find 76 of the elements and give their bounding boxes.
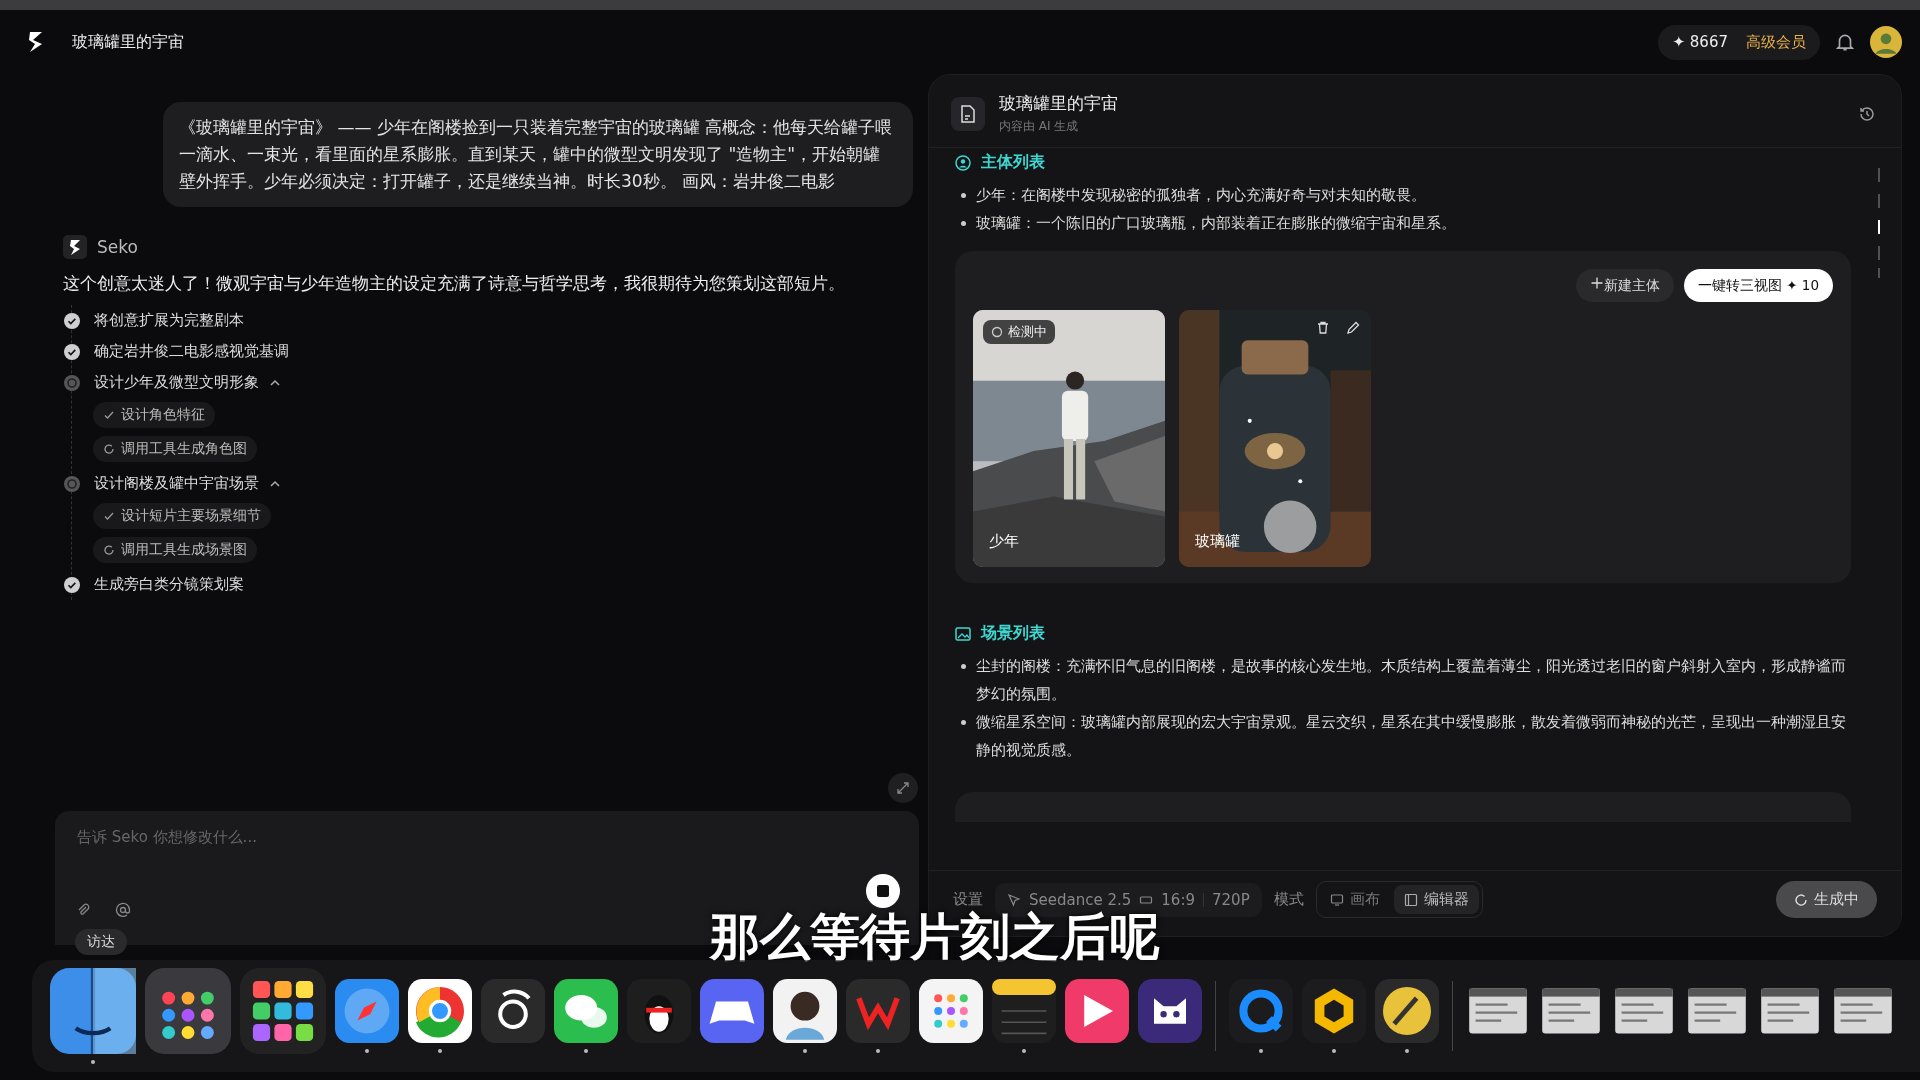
- step-label: 设计阁楼及罐中宇宙场景: [94, 474, 259, 493]
- aspect-ratio: 16:9: [1161, 890, 1195, 909]
- person-icon: [955, 154, 971, 171]
- app-icon[interactable]: [1065, 979, 1129, 1043]
- settings-label: 设置: [953, 890, 983, 909]
- app-icon[interactable]: [773, 979, 837, 1043]
- section-heading: 主体列表: [981, 152, 1045, 173]
- assistant-message: 这个创意太迷人了！微观宇宙与少年造物主的设定充满了诗意与哲学思考，我很期待为您策划这部短片。: [63, 273, 846, 295]
- generate-button[interactable]: 生成中: [1776, 881, 1877, 918]
- document-subtitle: 内容由 AI 生成: [999, 118, 1080, 135]
- image-icon: [955, 625, 971, 642]
- bullet-icon: [961, 221, 966, 226]
- avatar-icon[interactable]: [1870, 26, 1902, 58]
- subject-description: 玻璃罐：一个陈旧的广口玻璃瓶，内部装着正在膨胀的微缩宇宙和星系。: [976, 214, 1457, 233]
- new-subject-button[interactable]: 新建主体: [1575, 269, 1674, 302]
- app-icon[interactable]: [1138, 979, 1202, 1043]
- credits-count: ✦ 8667: [1672, 33, 1728, 51]
- section-heading: 场景列表: [981, 623, 1045, 644]
- plus-icon: [1589, 276, 1604, 290]
- panel-icon: [1403, 892, 1418, 907]
- app-icon[interactable]: [408, 979, 472, 1043]
- app-icon[interactable]: [992, 979, 1056, 1043]
- document-title: 玻璃罐里的宇宙: [999, 93, 1119, 115]
- mode-tab[interactable]: 画布: [1319, 885, 1390, 914]
- resolution: 720P: [1212, 890, 1250, 909]
- step-label: 生成旁白类分镜策划案: [94, 575, 244, 594]
- step-label: 确定岩井俊二电影感视觉基调: [94, 342, 289, 361]
- project-title: 玻璃罐里的宇宙: [72, 31, 184, 53]
- model-name: Seedance 2.5: [1029, 890, 1132, 909]
- message-input[interactable]: 告诉 Seko 你想修改什么...: [75, 827, 903, 847]
- expand-icon[interactable]: [888, 773, 918, 803]
- card-label: 玻璃罐: [1195, 532, 1240, 551]
- history-icon[interactable]: [1857, 104, 1877, 124]
- substep-label: 调用工具生成场景图: [121, 541, 247, 559]
- app-icon[interactable]: [240, 968, 326, 1054]
- bullet-icon: [961, 664, 966, 669]
- app-icon[interactable]: [1302, 979, 1366, 1043]
- substep-label: 设计短片主要场景细节: [121, 507, 261, 525]
- spinner-icon: [1794, 892, 1808, 907]
- scene-description: 微缩星系空间：玻璃罐内部展现的宏大宇宙景观。星云交织，星系在其中缓慢膨胀，散发着微弱而神秘的光芒，呈现出一种潮湿且安静的视觉质感。: [976, 713, 1847, 760]
- mode-label: 模式: [1273, 890, 1304, 909]
- document-icon: [951, 97, 985, 131]
- app-icon[interactable]: [50, 968, 136, 1054]
- subject-description: 少年：在阁楼中发现秘密的孤独者，内心充满好奇与对未知的敬畏。: [976, 186, 1427, 205]
- scene-description: 尘封的阁楼：充满怀旧气息的旧阁楼，是故事的核心发生地。木质结构上覆盖着薄尘，阳光透过老旧的窗户斜射入室内，形成静谧而梦幻的氛围。: [976, 657, 1847, 704]
- app-icon[interactable]: [700, 979, 764, 1043]
- step-label: 设计少年及微型文明形象: [94, 373, 259, 392]
- user-message: 《玻璃罐里的宇宙》 —— 少年在阁楼捡到一只装着完整宇宙的玻璃罐 高概念：他每天给罐子喂一滴水、一束光，看里面的星系膨胀。直到某天，罐中的微型文明发现了 "造物主"，开始朝罐壁外挥手。少年必须决定：打开罐子，还是继续当神。时长30秒。 画风：岩井俊二电影: [163, 102, 913, 207]
- section-navigator[interactable]: [1877, 168, 1881, 278]
- assistant-name: Seko: [97, 237, 138, 257]
- app-icon[interactable]: [627, 979, 691, 1043]
- credits-pill[interactable]: ✦ 8667 高级会员: [1658, 24, 1820, 60]
- edit-icon[interactable]: [1345, 320, 1361, 336]
- status-badge: 检测中: [983, 320, 1055, 344]
- tooltip: 访达: [75, 929, 127, 955]
- membership-link[interactable]: 高级会员: [1746, 32, 1806, 52]
- app-icon[interactable]: [919, 979, 983, 1043]
- app-icon[interactable]: [145, 968, 231, 1054]
- step-label: 将创意扩展为完整剧本: [94, 311, 244, 330]
- assistant-logo-icon: [63, 235, 87, 259]
- substep-label: 调用工具生成角色图: [121, 440, 247, 458]
- delete-icon[interactable]: [1315, 320, 1331, 336]
- stop-icon[interactable]: [866, 874, 900, 908]
- substep-label: 设计角色特征: [121, 406, 205, 424]
- app-icon[interactable]: [481, 979, 545, 1043]
- monitor-icon: [1329, 892, 1344, 907]
- mention-icon[interactable]: [115, 902, 131, 918]
- bullet-icon: [961, 193, 966, 198]
- convert-button[interactable]: 一键转三视图 ✦ 10: [1683, 269, 1833, 302]
- app-icon[interactable]: [1375, 979, 1439, 1043]
- app-icon[interactable]: [335, 979, 399, 1043]
- cursor-icon: [1007, 892, 1021, 907]
- mode-tab[interactable]: 编辑器: [1393, 885, 1479, 914]
- app-icon[interactable]: [554, 979, 618, 1043]
- bullet-icon: [961, 720, 966, 725]
- card-label: 少年: [989, 532, 1019, 551]
